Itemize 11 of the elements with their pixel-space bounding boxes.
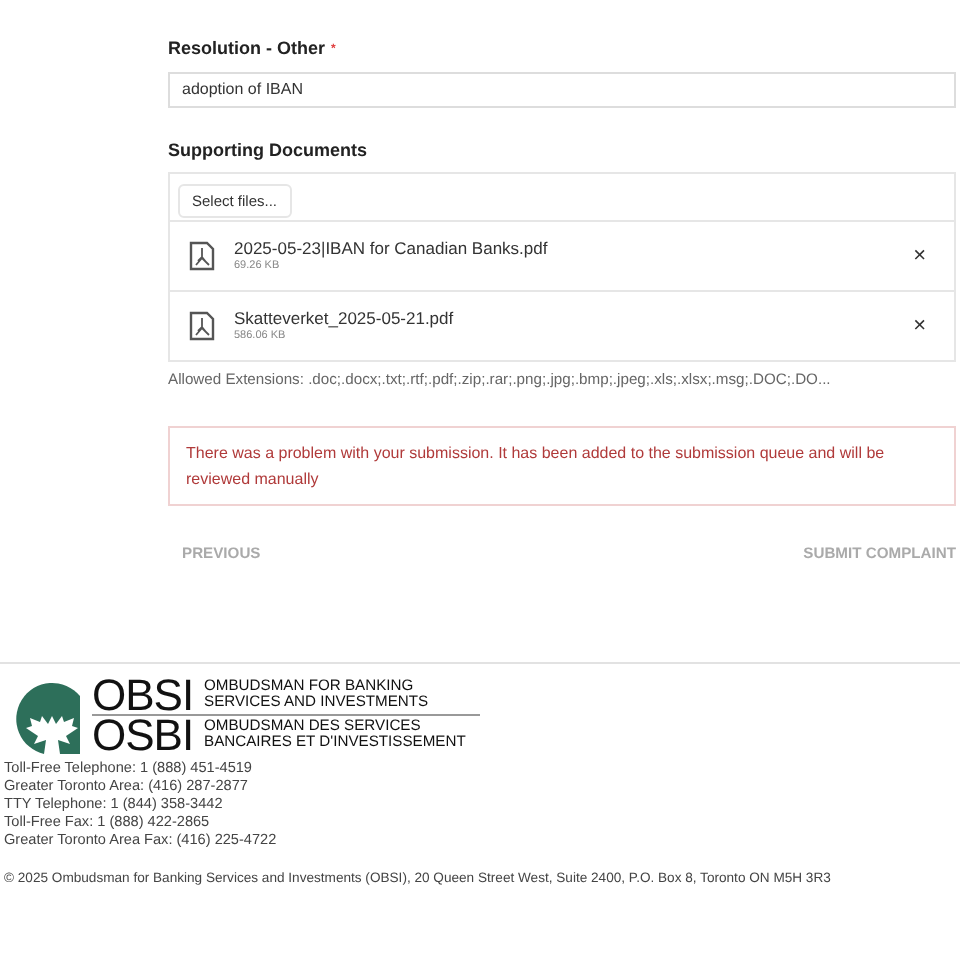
file-name: Skatteverket_2025-05-21.pdf <box>234 307 456 330</box>
remove-file-button[interactable]: × <box>909 243 930 268</box>
section-label: Supporting Documents <box>168 137 369 162</box>
logo-acronym: OSBI <box>92 715 196 754</box>
file-name: 2025-05-23|IBAN for Canadian Banks.pdf <box>234 237 550 260</box>
pdf-file-icon <box>188 239 216 272</box>
remove-file-button[interactable]: × <box>909 313 930 338</box>
error-message: There was a problem with your submission. It has been added to the submission queue and will be reviewed manually <box>168 425 956 506</box>
input-field[interactable]: adoption of IBAN <box>168 71 956 108</box>
logo-acronym: OBSI <box>92 675 196 714</box>
pdf-file-icon <box>188 309 216 342</box>
